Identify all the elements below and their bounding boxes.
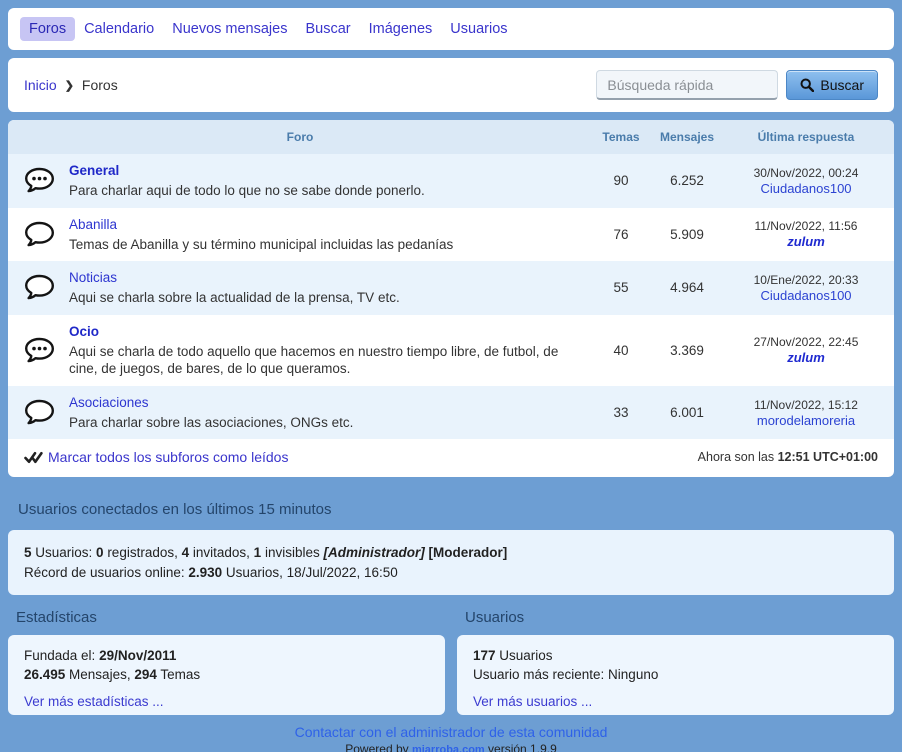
forum-table-footer: Marcar todos los subforos como leídos Ah… [8, 439, 894, 477]
last-reply-user-link[interactable]: Ciudadanos100 [724, 288, 888, 303]
online-users-heading: Usuarios conectados en los últimos 15 mi… [8, 485, 894, 530]
forum-link-general[interactable]: General [69, 163, 119, 178]
online-users-panel: 5 Usuarios: 0 registrados, 4 invitados, … [8, 530, 894, 595]
forum-link-noticias[interactable]: Noticias [69, 270, 117, 285]
messages-count: 5.909 [650, 227, 724, 242]
current-time-text: Ahora son las 12:51 UTC+01:00 [698, 450, 878, 464]
nav-item-calendario[interactable]: Calendario [75, 17, 163, 41]
page: Foros Calendario Nuevos mensajes Buscar … [0, 0, 902, 752]
topics-count: 90 [592, 173, 650, 188]
forum-description: Temas de Abanilla y su término municipal… [69, 236, 453, 254]
statistics-panel: Fundada el: 29/Nov/2011 26.495 Mensajes,… [8, 635, 445, 715]
last-reply-date: 30/Nov/2022, 00:24 [724, 166, 888, 180]
current-time-value: 12:51 UTC+01:00 [778, 450, 878, 464]
mark-all-read-label: Marcar todos los subforos como leídos [48, 449, 288, 465]
page-footer: Contactar con el administrador de esta c… [8, 724, 894, 752]
messages-count: 4.964 [650, 280, 724, 295]
forum-description: Aqui se charla de todo aquello que hacem… [69, 343, 582, 378]
messages-count: 6.252 [650, 173, 724, 188]
forum-link-ocio[interactable]: Ocio [69, 324, 99, 339]
messages-count: 6.001 [650, 405, 724, 420]
forum-description: Para charlar aqui de todo lo que no se s… [69, 182, 425, 200]
last-reply-date: 11/Nov/2022, 11:56 [724, 219, 888, 233]
powered-by-line: Powered by miarroba.com versión 1.9.9 [8, 742, 894, 752]
last-reply-user-link[interactable]: morodelamoreria [724, 413, 888, 428]
chevron-right-icon: ❯ [65, 79, 74, 92]
double-check-icon [24, 450, 43, 465]
search-button-label: Buscar [820, 77, 864, 93]
search-input[interactable] [596, 70, 778, 100]
speech-bubble-unread-icon [24, 167, 55, 194]
users-heading: Usuarios [457, 595, 894, 635]
statistics-heading: Estadísticas [8, 595, 445, 635]
quick-search: Buscar [596, 70, 878, 100]
topics-count: 76 [592, 227, 650, 242]
totals-line: 26.495 Mensajes, 294 Temas [24, 666, 429, 684]
table-row-asociaciones: Asociaciones Para charlar sobre las asoc… [8, 386, 894, 440]
breadcrumb: Inicio ❯ Foros [24, 77, 118, 93]
online-record-line: Récord de usuarios online: 2.930 Usuario… [24, 563, 878, 583]
founded-line: Fundada el: 29/Nov/2011 [24, 647, 429, 665]
last-reply-user-link[interactable]: zulum [724, 350, 888, 365]
forum-link-asociaciones[interactable]: Asociaciones [69, 395, 149, 410]
contact-admin-link[interactable]: Contactar con el administrador de esta c… [8, 724, 894, 740]
users-panel: 177 Usuarios Usuario más reciente: Ningu… [457, 635, 894, 715]
nav-item-nuevos-mensajes[interactable]: Nuevos mensajes [163, 17, 296, 41]
nav-item-buscar[interactable]: Buscar [296, 17, 359, 41]
breadcrumb-home-link[interactable]: Inicio [24, 77, 57, 93]
online-users-line: 5 Usuarios: 0 registrados, 4 invitados, … [24, 543, 878, 563]
speech-bubble-icon [24, 399, 55, 426]
moderator-tag: [Moderador] [428, 545, 507, 560]
breadcrumb-bar: Inicio ❯ Foros Buscar [8, 58, 894, 112]
messages-count: 3.369 [650, 343, 724, 358]
header-forum: Foro [8, 130, 592, 144]
speech-bubble-icon [24, 274, 55, 301]
topics-count: 40 [592, 343, 650, 358]
administrator-tag: [Administrador] [323, 545, 424, 560]
statistics-column: Estadísticas Fundada el: 29/Nov/2011 26.… [8, 595, 445, 715]
users-count-line: 177 Usuarios [473, 647, 878, 665]
forum-table-header: Foro Temas Mensajes Última respuesta [8, 120, 894, 154]
header-mensajes: Mensajes [650, 130, 724, 144]
last-reply-date: 11/Nov/2022, 15:12 [724, 398, 888, 412]
forum-table: Foro Temas Mensajes Última respuesta Gen… [8, 120, 894, 477]
more-statistics-link[interactable]: Ver más estadísticas ... [24, 693, 164, 711]
topics-count: 33 [592, 405, 650, 420]
users-column: Usuarios 177 Usuarios Usuario más recien… [457, 595, 894, 715]
topics-count: 55 [592, 280, 650, 295]
nav-item-foros[interactable]: Foros [20, 17, 75, 41]
forum-description: Para charlar sobre las asociaciones, ONG… [69, 414, 353, 432]
speech-bubble-icon [24, 221, 55, 248]
table-row-general: General Para charlar aqui de todo lo que… [8, 154, 894, 208]
bottom-panels: Estadísticas Fundada el: 29/Nov/2011 26.… [8, 595, 894, 715]
last-reply-user-link[interactable]: Ciudadanos100 [724, 181, 888, 196]
top-navbar: Foros Calendario Nuevos mensajes Buscar … [8, 8, 894, 50]
speech-bubble-unread-icon [24, 337, 55, 364]
table-row-abanilla: Abanilla Temas de Abanilla y su término … [8, 208, 894, 262]
forum-link-abanilla[interactable]: Abanilla [69, 217, 117, 232]
last-reply-user-link[interactable]: zulum [724, 234, 888, 249]
more-users-link[interactable]: Ver más usuarios ... [473, 693, 592, 711]
last-reply-date: 27/Nov/2022, 22:45 [724, 335, 888, 349]
table-row-noticias: Noticias Aqui se charla sobre la actuali… [8, 261, 894, 315]
miarroba-link[interactable]: miarroba.com [412, 744, 485, 752]
header-ultima-respuesta: Última respuesta [724, 130, 894, 144]
forum-description: Aqui se charla sobre la actualidad de la… [69, 289, 400, 307]
table-row-ocio: Ocio Aqui se charla de todo aquello que … [8, 315, 894, 386]
breadcrumb-current: Foros [82, 77, 118, 93]
recent-user-line: Usuario más reciente: Ninguno [473, 666, 878, 684]
nav-item-imagenes[interactable]: Imágenes [360, 17, 442, 41]
search-icon [800, 78, 814, 92]
nav-item-usuarios[interactable]: Usuarios [441, 17, 516, 41]
last-reply-date: 10/Ene/2022, 20:33 [724, 273, 888, 287]
mark-all-read-link[interactable]: Marcar todos los subforos como leídos [24, 449, 288, 465]
search-button[interactable]: Buscar [786, 70, 878, 100]
header-temas: Temas [592, 130, 650, 144]
